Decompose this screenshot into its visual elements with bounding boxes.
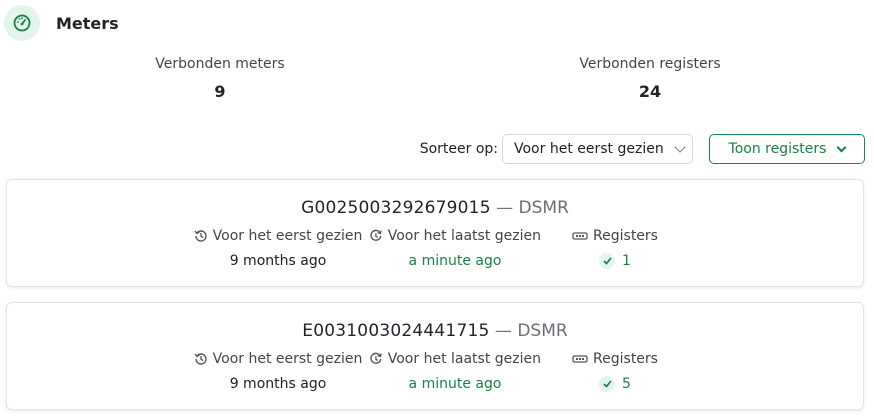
- registers-icon: [572, 232, 588, 240]
- refresh-icon: [370, 352, 382, 364]
- first-seen-value: 9 months ago: [229, 376, 327, 392]
- page-header: Meters: [4, 4, 119, 42]
- sort-label: Sorteer op:: [419, 141, 498, 157]
- meter-card[interactable]: G0025003292679015 — DSMR Voor het eerst …: [6, 179, 864, 287]
- meter-separator: —: [489, 321, 518, 341]
- connected-registers-label: Verbonden registers: [579, 56, 721, 72]
- last-seen-value: a minute ago: [408, 253, 502, 269]
- sort-controls: Sorteer op: Voor het eerst gezien Toon r…: [420, 134, 865, 164]
- first-seen-label: Voor het eerst gezien: [212, 351, 363, 367]
- meter-separator: —: [490, 198, 519, 218]
- chevron-down-icon: [674, 141, 686, 153]
- last-seen-value: a minute ago: [408, 376, 502, 392]
- show-registers-button[interactable]: Toon registers: [709, 134, 865, 164]
- check-icon: [599, 253, 616, 269]
- connected-meters-stat: Verbonden meters 9: [70, 56, 370, 101]
- registers-icon: [572, 355, 588, 363]
- show-registers-label: Toon registers: [728, 141, 827, 157]
- connected-registers-stat: Verbonden registers 24: [500, 56, 800, 101]
- history-icon: [194, 230, 207, 242]
- registers-count: 5: [622, 376, 631, 392]
- last-seen-label: Voor het laatst gezien: [387, 228, 541, 244]
- registers-column: Registers 1: [565, 228, 665, 269]
- registers-label: Registers: [593, 351, 658, 367]
- registers-column: Registers 5: [565, 351, 665, 392]
- meter-type: DSMR: [517, 321, 568, 341]
- history-icon: [194, 353, 207, 365]
- last-seen-label: Voor het laatst gezien: [387, 351, 541, 367]
- first-seen-column: Voor het eerst gezien 9 months ago: [193, 351, 363, 392]
- connected-registers-value: 24: [638, 82, 662, 101]
- sort-select[interactable]: Voor het eerst gezien: [502, 134, 693, 164]
- connected-meters-value: 9: [214, 82, 226, 101]
- meter-title: E0031003024441715 — DSMR: [7, 321, 863, 341]
- check-icon: [599, 376, 616, 392]
- last-seen-column: Voor het laatst gezien a minute ago: [369, 228, 541, 269]
- registers-label: Registers: [593, 228, 658, 244]
- connected-meters-label: Verbonden meters: [155, 56, 285, 72]
- page-title: Meters: [56, 13, 119, 33]
- first-seen-value: 9 months ago: [229, 253, 327, 269]
- meter-type: DSMR: [518, 198, 569, 218]
- first-seen-label: Voor het eerst gezien: [212, 228, 363, 244]
- meter-id: G0025003292679015: [301, 198, 491, 218]
- chevron-down-icon: [837, 142, 847, 152]
- meter-title: G0025003292679015 — DSMR: [7, 198, 863, 218]
- first-seen-column: Voor het eerst gezien 9 months ago: [193, 228, 363, 269]
- gauge-icon: [4, 5, 40, 41]
- sort-select-value: Voor het eerst gezien: [514, 141, 664, 157]
- meter-card[interactable]: E0031003024441715 — DSMR Voor het eerst …: [6, 302, 864, 410]
- last-seen-column: Voor het laatst gezien a minute ago: [369, 351, 541, 392]
- registers-count: 1: [622, 253, 631, 269]
- meter-id: E0031003024441715: [302, 321, 490, 341]
- refresh-icon: [370, 229, 382, 241]
